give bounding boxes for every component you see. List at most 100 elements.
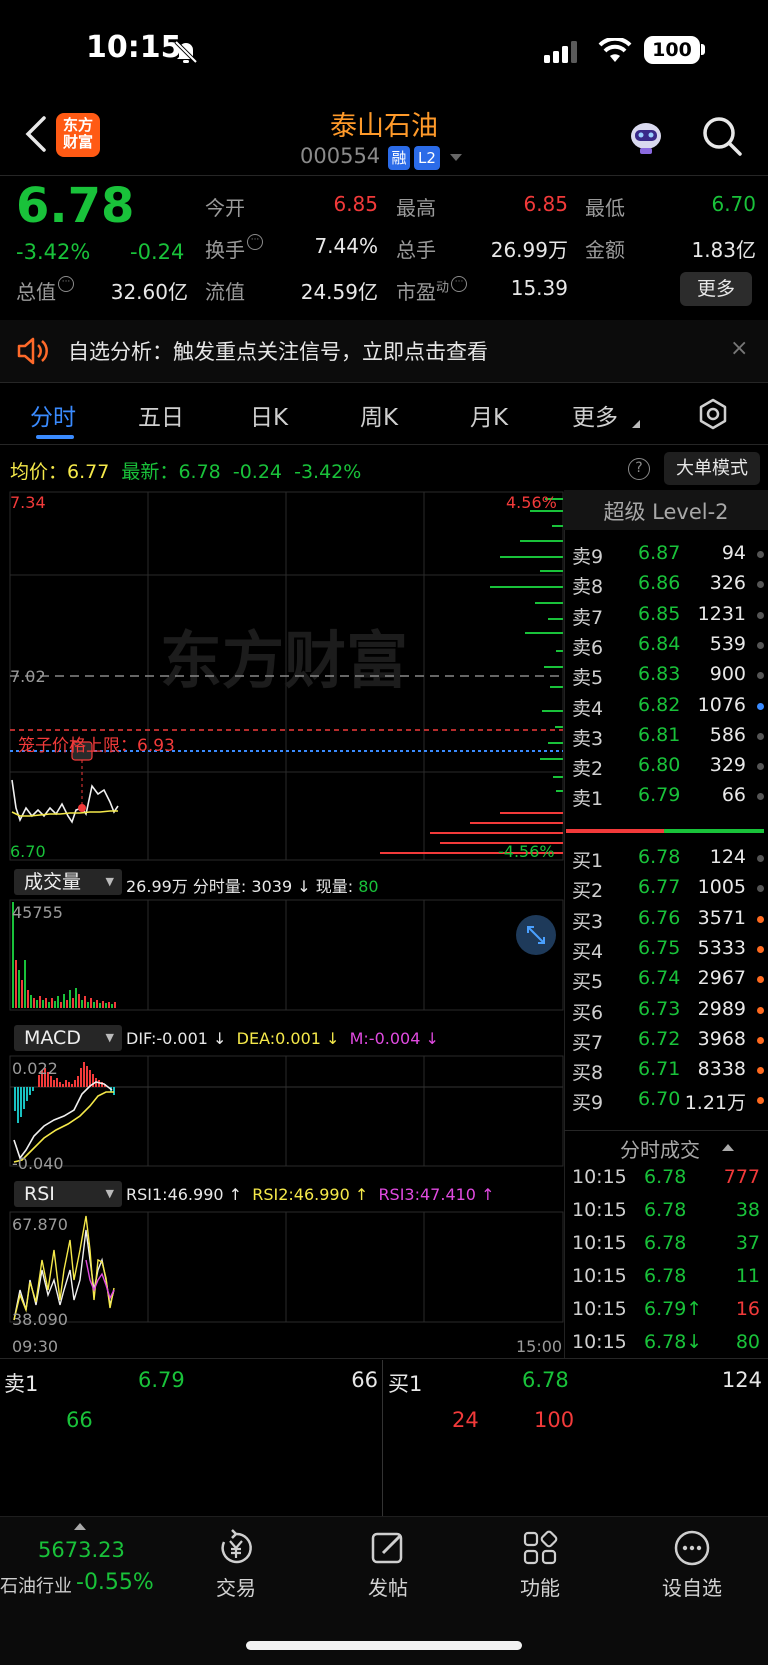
bid-level-row[interactable]: 买3 6.76 3571 [572,907,768,939]
trade-row[interactable]: 10:15 6.78 11 [572,1265,764,1298]
tab-intraday[interactable]: 分时 [30,398,76,432]
level-indicator-dot [757,702,764,710]
macd-axis-top: 0.022 [12,1059,58,1078]
bid-level-label: 买1 [572,850,604,872]
tab-monthly-k[interactable]: 月K [470,398,508,432]
ask-level-row[interactable]: 卖6 6.84 539 [572,633,768,665]
trade-row[interactable]: 10:15 6.78 38 [572,1199,764,1232]
industry-index-value[interactable]: 5673.23 [38,1538,125,1562]
notice-divider [0,382,768,383]
trade-volume: 80 [735,1331,760,1353]
nav-functions[interactable]: 功能 [490,1528,590,1601]
robot-assistant-icon[interactable] [626,116,666,156]
bid-level-row[interactable]: 买5 6.74 2967 [572,967,768,999]
nav-trade[interactable]: 交易 [186,1528,286,1601]
bid-level-volume: 1.21万 [684,1092,746,1115]
order-book-title[interactable]: 超级 Level-2 [566,496,766,526]
trade-row[interactable]: 10:15 6.78 777 [572,1166,764,1199]
ask-level-price: 6.81 [638,723,681,746]
nav-add-watchlist[interactable]: 设自选 [642,1528,742,1601]
ask-level-row[interactable]: 卖4 6.82 1076 [572,694,768,726]
brand-logo[interactable]: 东方 财富 [56,113,100,157]
bid-level-row[interactable]: 买8 6.71 8338 [572,1058,768,1090]
bid-level-row[interactable]: 买1 6.78 124 [572,846,768,878]
ask-level-row[interactable]: 卖1 6.79 66 [572,784,768,816]
collapse-caret-icon[interactable] [722,1143,734,1151]
notice-text[interactable]: 自选分析：触发重点关注信号，立即点击查看 [68,336,488,366]
lower-bid-vol: 124 [721,1368,762,1392]
more-dots-icon [674,1530,710,1566]
back-button[interactable] [20,112,54,156]
lower-bid-detail-2: 100 [534,1408,575,1432]
ask-level-volume: 66 [721,784,746,807]
tab-five-day[interactable]: 五日 [138,398,184,432]
price-axis-mid: 7.02 [10,667,46,686]
more-button[interactable]: 更多 [680,272,752,306]
settings-gear-icon[interactable] [697,398,729,430]
dropdown-caret-icon[interactable] [450,154,462,162]
info-icon[interactable]: ··· [58,276,74,292]
rsi-indicator-select[interactable]: RSI ▼ [14,1181,122,1207]
tab-weekly-k[interactable]: 周K [360,398,398,432]
trades-title[interactable]: 分时成交 [620,1134,700,1163]
lower-ask-label: 卖1 [4,1372,39,1396]
ask-level-row[interactable]: 卖3 6.81 586 [572,724,768,756]
battery-nub [701,44,705,55]
turnover-value: 7.44% [314,234,378,258]
ask-level-price: 6.83 [638,663,681,686]
intraday-chart[interactable]: 东方财富 [0,490,564,1360]
bid-level-label: 买2 [572,880,604,903]
trade-volume: 37 [735,1232,760,1254]
macd-axis-bottom: -0.040 [12,1154,64,1173]
ask-level-row[interactable]: 卖9 6.87 94 [572,542,768,574]
low-value: 6.70 [711,192,756,216]
pe-value: 15.39 [510,276,568,300]
low-label: 最低 [585,196,625,220]
tab-more[interactable]: 更多 [572,398,618,432]
lower-ask-price: 6.79 [138,1368,185,1392]
help-icon[interactable]: ? [628,458,650,480]
expand-up-caret-icon[interactable] [74,1522,86,1530]
ask-level-row[interactable]: 卖7 6.85 1231 [572,603,768,635]
ask-level-row[interactable]: 卖8 6.86 326 [572,572,768,604]
pe-label: 市盈动 ··· [396,276,468,305]
trade-row[interactable]: 10:15 6.78 37 [572,1232,764,1265]
close-icon[interactable]: × [730,336,748,361]
nav-post[interactable]: 发帖 [338,1528,438,1601]
ask-level-label: 卖2 [572,758,604,781]
level-indicator-dot [757,1067,764,1075]
trade-marker[interactable] [78,804,86,812]
trade-row[interactable]: 10:15 6.78↓ 80 [572,1331,764,1364]
macd-indicator-select[interactable]: MACD ▼ [14,1025,122,1051]
latest-label: 最新： [121,461,179,483]
bid-level-row[interactable]: 买9 6.70 1.21万 [572,1088,768,1120]
tab-daily-k[interactable]: 日K [250,398,288,432]
ask-level-row[interactable]: 卖5 6.83 900 [572,663,768,695]
big-order-mode-button[interactable]: 大单模式 [664,452,760,485]
ask-level-row[interactable]: 卖2 6.80 329 [572,754,768,786]
bid-level-volume: 5333 [697,936,746,959]
info-icon[interactable]: ··· [247,234,263,250]
trade-row[interactable]: 10:15 6.79↑ 16 [572,1298,764,1331]
ask-level-volume: 900 [709,663,746,686]
bid-level-volume: 3968 [697,1027,746,1050]
info-icon[interactable]: ··· [451,276,468,292]
bid-level-label: 买7 [572,1031,604,1054]
bid-level-row[interactable]: 买4 6.75 5333 [572,937,768,969]
stock-name[interactable]: 泰山石油 [284,104,484,143]
bid-level-price: 6.73 [638,997,681,1020]
bid-level-volume: 2989 [697,997,746,1020]
industry-name[interactable]: 石油行业 [0,1572,72,1598]
bid-level-row[interactable]: 买6 6.73 2989 [572,998,768,1030]
lower-bid-label: 买1 [388,1372,423,1396]
macd-dea-line [13,1091,114,1163]
current-vol-label: 现量: [315,877,354,896]
volume-indicator-select[interactable]: 成交量 ▼ [14,869,122,895]
bid-level-row[interactable]: 买2 6.77 1005 [572,876,768,908]
trade-volume: 11 [735,1265,760,1287]
search-icon[interactable] [700,114,744,158]
latest-change: -0.24 [232,461,283,483]
home-indicator[interactable] [246,1641,522,1650]
bid-level-row[interactable]: 买7 6.72 3968 [572,1028,768,1060]
bid-level-label: 买4 [572,940,604,963]
